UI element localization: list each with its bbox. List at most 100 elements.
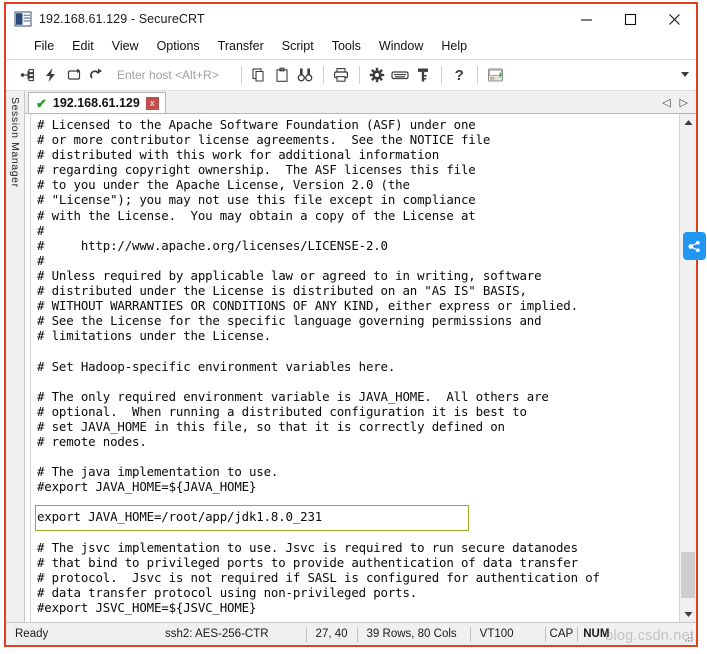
terminal-line: # optional. When running a distributed c… xyxy=(37,403,527,419)
tab-strip: ✔ 192.168.61.129 x ◁ ▷ xyxy=(25,91,696,113)
close-button[interactable] xyxy=(652,4,696,34)
terminal-line: # to you under the Apache License, Versi… xyxy=(37,177,410,193)
terminal-line: # with the License. You may obtain a cop… xyxy=(37,207,476,223)
terminal-line: # data transfer protocol using non-privi… xyxy=(37,584,418,600)
window-title: 192.168.61.129 - SecureCRT xyxy=(39,12,205,26)
scroll-down-icon[interactable] xyxy=(680,606,696,622)
session-options-icon[interactable] xyxy=(484,64,507,86)
session-manager-label: Session Manager xyxy=(9,97,21,188)
menu-item-view[interactable]: View xyxy=(103,36,148,57)
terminal-line: export JAVA_HOME=/root/app/jdk1.8.0_231 xyxy=(37,509,323,525)
watermark: blog.csdn.net xyxy=(605,628,694,644)
reconnect-icon[interactable] xyxy=(62,64,85,86)
tab-close-icon[interactable]: x xyxy=(145,96,159,110)
toolbar-overflow-icon[interactable] xyxy=(681,72,689,77)
quick-connect-icon[interactable] xyxy=(39,64,62,86)
toolbar-separator-5 xyxy=(476,66,478,84)
connected-check-icon: ✔ xyxy=(36,95,47,111)
terminal-line: # The java implementation to use. xyxy=(37,464,279,480)
menu-item-window[interactable]: Window xyxy=(370,36,432,57)
tab-next-icon[interactable]: ▷ xyxy=(680,96,688,109)
resize-grip-icon[interactable] xyxy=(682,631,694,643)
status-dimensions: 39 Rows, 80 Cols xyxy=(366,628,457,640)
maximize-button[interactable] xyxy=(608,4,652,34)
terminal-line: # that bind to privileged ports to provi… xyxy=(37,554,578,570)
menu-item-transfer[interactable]: Transfer xyxy=(209,36,273,57)
terminal-line: # http://www.apache.org/licenses/LICENSE… xyxy=(37,237,388,253)
terminal-screen[interactable]: # Licensed to the Apache Software Founda… xyxy=(31,114,679,622)
find-icon[interactable] xyxy=(294,64,317,86)
menu-item-help[interactable]: Help xyxy=(432,36,476,57)
toolbar-separator-4 xyxy=(440,66,442,84)
keyboard-icon[interactable] xyxy=(389,64,412,86)
terminal-line: # remote nodes. xyxy=(37,433,147,449)
terminal-line: # protocol. Jsvc is not required if SASL… xyxy=(37,569,600,585)
tab-label: 192.168.61.129 xyxy=(52,96,140,110)
tab-prev-icon[interactable]: ◁ xyxy=(662,96,670,109)
window-controls xyxy=(564,4,696,34)
settings-gear-icon[interactable] xyxy=(366,64,389,86)
terminal-pane: ✔ 192.168.61.129 x ◁ ▷ # Licensed to the… xyxy=(25,91,696,622)
terminal-container: # Licensed to the Apache Software Founda… xyxy=(25,113,696,622)
menu-item-script[interactable]: Script xyxy=(273,36,323,57)
terminal-line: # distributed under the License is distr… xyxy=(37,283,527,299)
toolbar-separator-2 xyxy=(322,66,324,84)
title-bar: 192.168.61.129 - SecureCRT xyxy=(6,4,696,34)
securecrt-app-icon xyxy=(14,10,32,28)
connect-icon[interactable] xyxy=(16,64,39,86)
session-manager-strip[interactable]: Session Manager xyxy=(6,91,25,622)
share-link-widget[interactable] xyxy=(683,232,706,260)
work-area: Session Manager ✔ 192.168.61.129 x ◁ ▷ #… xyxy=(6,91,696,622)
paste-icon[interactable] xyxy=(271,64,294,86)
securecrt-window: 192.168.61.129 - SecureCRT File Edit Vie… xyxy=(4,2,698,647)
disconnect-icon[interactable] xyxy=(85,64,108,86)
tab-192-168-61-129[interactable]: ✔ 192.168.61.129 x xyxy=(28,92,166,113)
menu-item-options[interactable]: Options xyxy=(148,36,209,57)
scroll-up-icon[interactable] xyxy=(680,114,696,130)
terminal-line: # xyxy=(37,222,45,238)
background-sliver xyxy=(700,0,707,654)
scrollbar-track[interactable] xyxy=(680,130,696,606)
status-cipher: ssh2: AES-256-CTR xyxy=(165,628,269,640)
status-caps-lock: CAP xyxy=(549,628,574,640)
status-num-lock: NUM xyxy=(583,628,610,640)
menu-item-edit[interactable]: Edit xyxy=(63,36,103,57)
host-input[interactable]: Enter host <Alt+R> xyxy=(108,68,219,82)
toolbar-separator-1 xyxy=(240,66,242,84)
terminal-scrollbar[interactable] xyxy=(679,114,696,622)
scrollbar-thumb[interactable] xyxy=(681,552,695,598)
terminal-line: # set JAVA_HOME in this file, so that it… xyxy=(37,418,505,434)
terminal-line: # Set Hadoop-specific environment variab… xyxy=(37,358,396,374)
terminal-text: # Licensed to the Apache Software Founda… xyxy=(37,117,679,622)
key-icon[interactable] xyxy=(412,64,435,86)
terminal-line: # distributed with this work for additio… xyxy=(37,147,440,163)
status-emulation: VT100 xyxy=(479,628,514,640)
toolbar: Enter host <Alt+R> ? xyxy=(6,60,696,91)
terminal-line: # The only required environment variable… xyxy=(37,388,549,404)
tab-nav-controls: ◁ ▷ xyxy=(662,91,696,113)
status-cursor-position: 27, 40 xyxy=(315,628,348,640)
menu-item-tools[interactable]: Tools xyxy=(323,36,370,57)
terminal-line: # or more contributor license agreements… xyxy=(37,132,491,148)
terminal-line: # Licensed to the Apache Software Founda… xyxy=(37,117,476,132)
terminal-line: #export JAVA_HOME=${JAVA_HOME} xyxy=(37,479,257,495)
terminal-line: # limitations under the License. xyxy=(37,328,271,344)
terminal-line: # regarding copyright ownership. The ASF… xyxy=(37,162,476,178)
help-icon[interactable]: ? xyxy=(448,64,471,86)
print-icon[interactable] xyxy=(330,64,353,86)
copy-icon[interactable] xyxy=(248,64,271,86)
terminal-line: # "License"); you may not use this file … xyxy=(37,192,476,208)
toolbar-separator-3 xyxy=(358,66,360,84)
terminal-line: # See the License for the specific langu… xyxy=(37,313,542,329)
terminal-line: # Unless required by applicable law or a… xyxy=(37,267,542,283)
status-bar: Ready ssh2: AES-256-CTR 27, 40 39 Rows, … xyxy=(6,622,696,645)
menu-item-file[interactable]: File xyxy=(25,36,63,57)
minimize-button[interactable] xyxy=(564,4,608,34)
status-ready: Ready xyxy=(15,628,49,640)
terminal-line: # xyxy=(37,252,45,268)
